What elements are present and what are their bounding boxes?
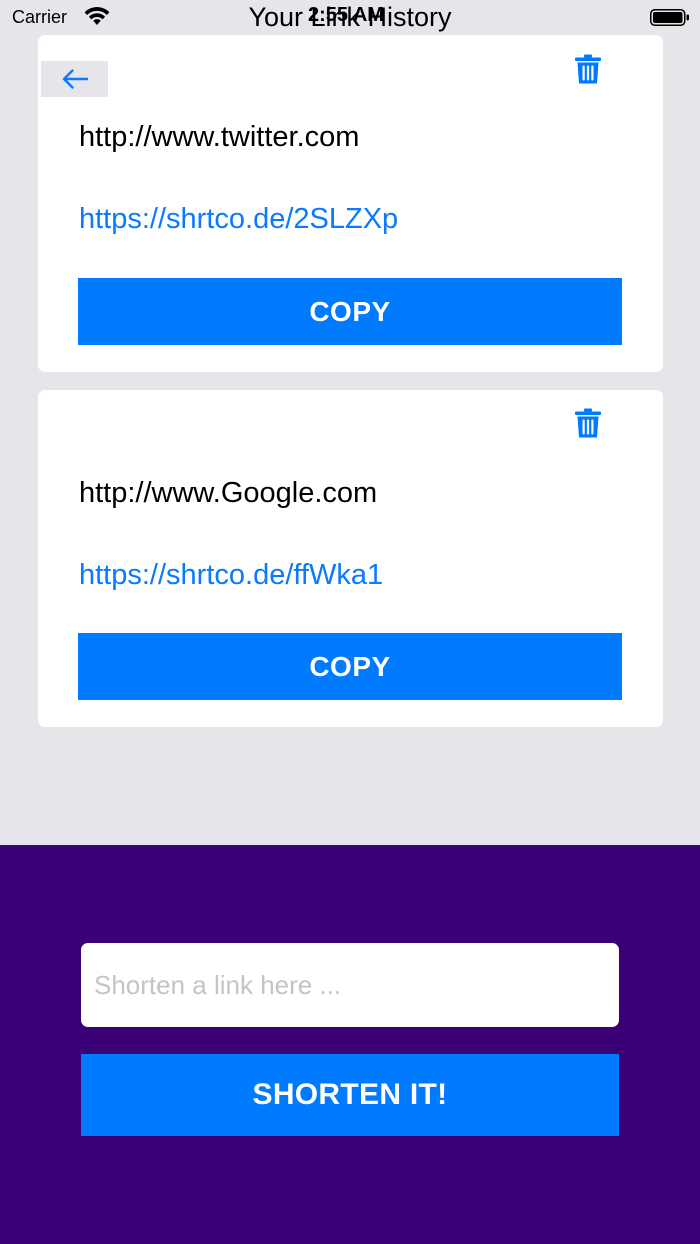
arrow-left-icon [62,69,88,89]
delete-button[interactable] [572,407,604,441]
shorten-button[interactable]: SHORTEN IT! [81,1054,619,1136]
original-url: http://www.twitter.com [79,121,360,153]
battery-icon [650,9,689,26]
shorten-panel: SHORTEN IT! [0,845,700,1244]
original-url: http://www.Google.com [79,477,378,509]
short-url-link[interactable]: https://shrtco.de/ffWka1 [79,559,383,592]
link-input[interactable] [81,943,619,1027]
status-time: 2:55 AM [308,4,384,26]
copy-button[interactable]: COPY [78,278,622,345]
short-url-link[interactable]: https://shrtco.de/2SLZXp [79,203,398,236]
copy-button[interactable]: COPY [78,633,622,700]
trash-icon [575,54,601,84]
back-button[interactable] [41,61,108,97]
history-card: http://www.Google.com https://shrtco.de/… [38,390,663,727]
history-card: http://www.twitter.com https://shrtco.de… [38,35,663,372]
carrier-label: Carrier [12,7,68,27]
status-bar: Carrier 2:55 AM [0,0,700,36]
trash-icon [575,408,601,438]
wifi-icon [84,7,110,25]
delete-button[interactable] [572,53,604,87]
link-history-screen: Carrier 2:55 AM Your Link History http:/… [0,0,700,1244]
